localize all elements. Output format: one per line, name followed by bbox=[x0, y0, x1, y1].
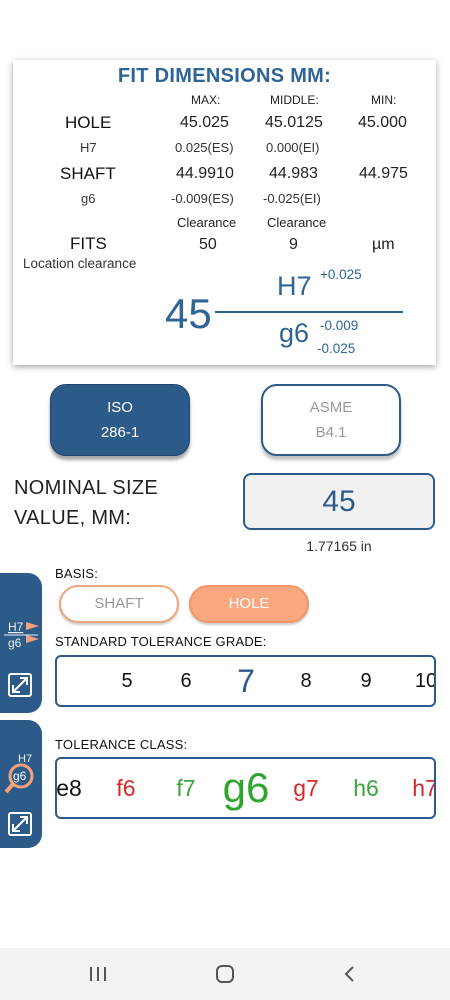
nominal-inch-value: 1.77165 in bbox=[306, 538, 372, 554]
fit-max-value: 50 bbox=[199, 236, 217, 253]
tolerance-class-label: TOLERANCE CLASS: bbox=[55, 737, 188, 752]
tolerance-class-item[interactable]: h6 bbox=[353, 759, 379, 817]
hole-lower-dev: 0.000(EI) bbox=[266, 140, 320, 155]
tolerance-class-item[interactable]: h7 bbox=[412, 759, 434, 817]
side-tab-tolerance[interactable]: H7 g6 bbox=[0, 720, 42, 848]
shaft-label: SHAFT bbox=[60, 164, 116, 183]
nominal-size-label: NOMINAL SIZE VALUE, MM: bbox=[14, 473, 158, 533]
designation-shaft-upper: -0.009 bbox=[320, 318, 359, 333]
tolerance-class-item[interactable]: f7 bbox=[176, 759, 195, 817]
grade-label: STANDARD TOLERANCE GRADE: bbox=[55, 634, 267, 649]
asme-label-line2: B4.1 bbox=[315, 424, 347, 441]
asme-standard-button[interactable]: ASME B4.1 bbox=[261, 384, 401, 456]
designation-shaft-class: g6 bbox=[279, 318, 310, 348]
expand-icon bbox=[8, 812, 32, 836]
fit-card-title: FIT DIMENSIONS MM: bbox=[117, 65, 332, 87]
back-icon[interactable] bbox=[338, 962, 362, 986]
tolerance-class-item[interactable]: f6 bbox=[116, 759, 135, 817]
col-header-min: MIN: bbox=[371, 93, 397, 107]
fit-type: Location clearance bbox=[23, 256, 137, 271]
grade-item[interactable]: 8 bbox=[300, 657, 311, 705]
fit-middle-value: 9 bbox=[289, 236, 298, 253]
nominal-size-input[interactable]: 45 bbox=[243, 473, 435, 530]
grade-item[interactable]: 10 bbox=[415, 657, 434, 705]
tolerance-class-item[interactable]: e8 bbox=[57, 759, 82, 817]
tolerance-class-item[interactable]: g7 bbox=[293, 759, 319, 817]
svg-text:H7: H7 bbox=[8, 620, 24, 634]
designation-hole-upper: +0.025 bbox=[320, 267, 362, 282]
fit-max-kind: Clearance bbox=[177, 215, 237, 230]
nominal-label-line2: VALUE, MM: bbox=[14, 507, 132, 529]
fits-label: FITS bbox=[70, 234, 107, 253]
iso-label-line1: ISO bbox=[107, 399, 133, 416]
svg-text:H7: H7 bbox=[18, 753, 32, 765]
svg-text:g6: g6 bbox=[8, 636, 22, 650]
shaft-min: 44.975 bbox=[359, 165, 408, 182]
col-header-middle: MIDDLE: bbox=[270, 93, 319, 107]
grade-item[interactable]: 9 bbox=[360, 657, 371, 705]
shaft-middle: 44.983 bbox=[269, 165, 318, 182]
hole-label: HOLE bbox=[65, 113, 112, 132]
fit-middle-kind: Clearance bbox=[267, 215, 327, 230]
asme-label-line1: ASME bbox=[309, 399, 353, 416]
svg-text:g6: g6 bbox=[13, 769, 27, 783]
grade-item[interactable]: 5 bbox=[121, 657, 132, 705]
shaft-grade: g6 bbox=[81, 191, 96, 206]
iso-label-line2: 286-1 bbox=[100, 424, 140, 441]
fraction-line bbox=[215, 311, 403, 313]
home-icon[interactable] bbox=[213, 962, 237, 986]
designation-nominal: 45 bbox=[165, 290, 212, 337]
grade-selector[interactable]: 5 6 7 8 9 10 bbox=[55, 655, 436, 707]
basis-hole-button[interactable]: HOLE bbox=[189, 585, 309, 623]
hole-min: 45.000 bbox=[358, 114, 407, 131]
shaft-max: 44.9910 bbox=[176, 165, 234, 182]
designation-shaft-lower: -0.025 bbox=[317, 341, 356, 356]
tolerance-class-selector[interactable]: e8 f6 f7 g6 g7 h6 h7 bbox=[55, 757, 436, 819]
side-tab-fit[interactable]: H7 g6 bbox=[0, 573, 42, 713]
grade-item[interactable]: 6 bbox=[180, 657, 191, 705]
fit-dimensions-card: FIT DIMENSIONS MM: MAX: MIDDLE: MIN: HOL… bbox=[13, 60, 436, 365]
iso-standard-button[interactable]: ISO 286-1 bbox=[50, 384, 190, 456]
nominal-label-line1: NOMINAL SIZE bbox=[14, 477, 158, 499]
tolerance-class-item-selected[interactable]: g6 bbox=[223, 759, 270, 817]
hole-middle: 45.0125 bbox=[265, 114, 323, 131]
tolerance-zoom-icon: H7 g6 bbox=[4, 753, 34, 836]
col-header-max: MAX: bbox=[191, 93, 221, 107]
hole-upper-dev: 0.025(ES) bbox=[175, 140, 234, 155]
designation-hole-class: H7 bbox=[277, 271, 312, 301]
basis-shaft-button[interactable]: SHAFT bbox=[59, 585, 179, 623]
shaft-upper-dev: -0.009(ES) bbox=[171, 191, 234, 206]
basis-label: BASIS: bbox=[55, 566, 99, 581]
hole-grade: H7 bbox=[80, 140, 97, 155]
grade-item-selected[interactable]: 7 bbox=[237, 657, 255, 705]
shaft-lower-dev: -0.025(EI) bbox=[263, 191, 321, 206]
hole-shaft-fit-icon: H7 g6 bbox=[4, 620, 39, 697]
expand-icon bbox=[8, 673, 32, 697]
system-nav-bar bbox=[0, 948, 450, 1000]
recent-apps-icon[interactable] bbox=[86, 962, 110, 986]
hole-max: 45.025 bbox=[180, 114, 229, 131]
fit-unit: µm bbox=[372, 236, 395, 253]
